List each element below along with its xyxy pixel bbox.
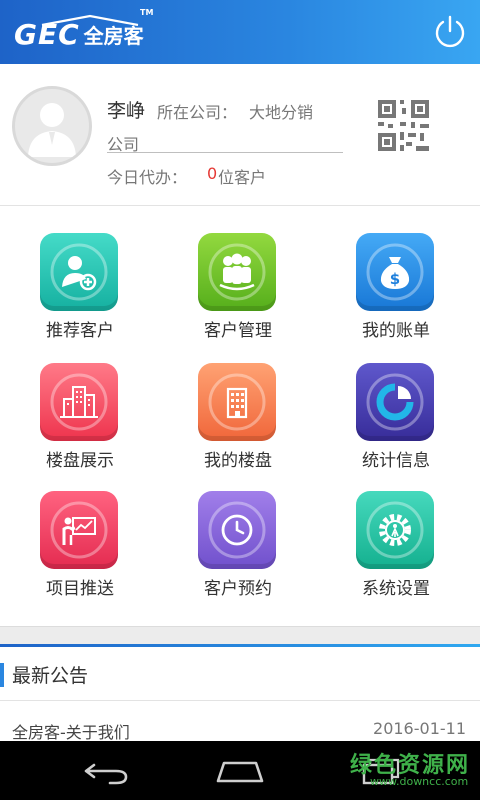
system-settings-tile[interactable]: 系统设置	[316, 464, 476, 599]
watermark-url: www.downcc.com	[370, 775, 469, 788]
notice-accent-bar	[0, 663, 4, 687]
notice-item[interactable]: 全房客-关于我们 2016-01-11	[0, 701, 480, 745]
clock-icon	[198, 491, 276, 569]
project-push-tile[interactable]: 项目推送	[0, 464, 160, 599]
tile-label: 系统设置	[362, 579, 430, 599]
todo-unit: 位客户	[218, 168, 267, 187]
my-bill-tile[interactable]: $ 我的账单	[316, 206, 476, 341]
customers-group-icon	[198, 233, 276, 311]
qr-code-button[interactable]	[376, 98, 431, 153]
building-icon	[198, 363, 276, 441]
todo-label: 今日代办：	[107, 168, 188, 187]
section-separator	[0, 626, 480, 646]
pie-chart-icon	[356, 363, 434, 441]
customer-management-tile[interactable]: 客户管理	[158, 206, 318, 341]
user-name: 李峥	[107, 100, 146, 122]
buildings-icon	[40, 363, 118, 441]
profile-panel: 李峥 所在公司： 大地分销 公司 今日代办： 0 位客户	[0, 64, 480, 206]
back-button[interactable]	[76, 755, 136, 787]
notice-header: 最新公告	[0, 647, 480, 701]
statistics-tile[interactable]: 统计信息	[316, 336, 476, 471]
divider	[107, 152, 343, 153]
recommend-customer-tile[interactable]: 推荐客户	[0, 206, 160, 341]
home-icon	[216, 761, 264, 783]
home-button[interactable]	[210, 755, 270, 787]
my-property-tile[interactable]: 我的楼盘	[158, 336, 318, 471]
logo-roof-icon	[41, 14, 139, 26]
tile-label: 项目推送	[46, 579, 114, 599]
add-customer-icon	[40, 233, 118, 311]
power-button[interactable]	[431, 13, 469, 51]
settings-gear-icon	[356, 491, 434, 569]
customer-appointment-tile[interactable]: 客户预约	[158, 464, 318, 599]
todo-count: 0	[207, 164, 218, 183]
property-display-tile[interactable]: 楼盘展示	[0, 336, 160, 471]
company-value: 大地分销	[249, 103, 314, 122]
notice-title: 最新公告	[12, 665, 89, 687]
avatar[interactable]	[12, 86, 92, 166]
notice-item-title: 全房客-关于我们	[12, 723, 130, 742]
logo-trademark: TM	[140, 8, 154, 17]
money-bag-icon: $	[356, 233, 434, 311]
feature-grid: 推荐客户 客户管理 $ 我的账单 楼盘展示 我的楼盘 统计信息 项目推送 客户预…	[0, 206, 480, 626]
tile-label: 客户预约	[204, 579, 272, 599]
app-header: GEC 全房客 TM	[0, 0, 480, 64]
user-avatar-icon	[28, 103, 76, 157]
back-icon	[84, 763, 128, 785]
system-navigation-bar: 绿色资源网 www.downcc.com	[0, 741, 480, 800]
company-label: 所在公司：	[157, 103, 238, 122]
svg-text:$: $	[390, 270, 400, 288]
presentation-icon	[40, 491, 118, 569]
notice-item-date: 2016-01-11	[373, 719, 466, 738]
qr-code-icon	[378, 100, 429, 151]
power-icon	[435, 15, 465, 48]
